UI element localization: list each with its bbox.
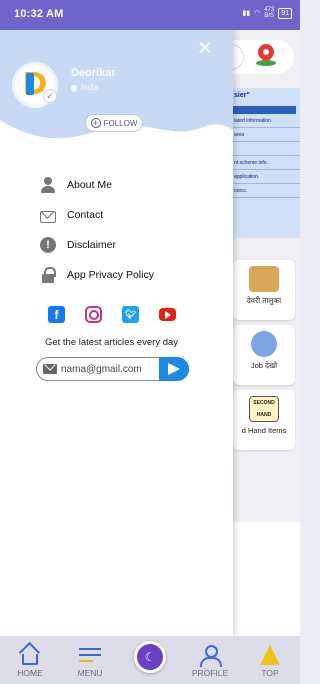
signal-icon: ▮▮: [242, 10, 251, 17]
bg-panel-line: nt scheme info.: [228, 156, 300, 170]
bg-card-devri: देवरी तालुका: [233, 260, 295, 320]
bg-card-second-hand: SECOND HAND d Hand Items: [233, 390, 295, 450]
navigation-drawer: ✕ D ✓ Deorikar India + FOLLOW About Me C…: [0, 30, 233, 636]
bg-card-job: Job देखो: [233, 325, 295, 385]
close-drawer-button[interactable]: ✕: [196, 39, 214, 59]
avatar[interactable]: D ✓: [12, 62, 58, 108]
building-icon: [249, 266, 279, 292]
nav-home[interactable]: HOME: [0, 636, 60, 684]
nav-top[interactable]: TOP: [240, 636, 300, 684]
bg-blank-area: [233, 522, 300, 640]
lock-icon: [40, 267, 56, 283]
bottom-nav: HOME MENU ☾ PROFILE TOP: [0, 636, 300, 684]
bg-panel-line: [228, 142, 300, 156]
status-time: 10:32 AM: [14, 8, 64, 20]
bg-panel-line: onics.: [228, 184, 300, 198]
user-name: Deorikar: [71, 67, 116, 79]
email-subscribe-form: [36, 357, 189, 381]
nav-center[interactable]: ☾: [120, 636, 180, 684]
send-button[interactable]: [159, 357, 189, 381]
bg-panel-line: area: [228, 128, 300, 142]
envelope-icon: [43, 364, 57, 374]
nav-menu[interactable]: MENU: [60, 636, 120, 684]
follow-button[interactable]: + FOLLOW: [85, 114, 143, 132]
profile-icon: [199, 645, 222, 667]
job-icon: [251, 331, 277, 357]
menu-icon: [79, 645, 101, 665]
facebook-icon[interactable]: f: [48, 306, 65, 323]
newsletter-text: Get the latest articles every day: [44, 337, 179, 348]
menu-item-contact[interactable]: Contact: [40, 205, 103, 225]
moon-icon: ☾: [134, 641, 166, 673]
twitter-icon[interactable]: 🐦︎: [122, 306, 139, 323]
arrow-up-icon: [260, 645, 280, 665]
bg-panel-title: sier": [234, 92, 250, 99]
home-icon: [22, 654, 38, 665]
menu-item-about-me[interactable]: About Me: [40, 175, 112, 195]
network-speed: 473 B/S: [264, 7, 275, 19]
bg-panel-line: application.: [228, 170, 300, 184]
verified-icon: ✓: [43, 89, 57, 103]
email-input[interactable]: [61, 363, 161, 375]
user-location: India: [69, 83, 98, 92]
bg-info-panel: sier" lated information. area nt scheme …: [228, 88, 300, 238]
nav-profile[interactable]: PROFILE: [180, 636, 240, 684]
person-icon: [40, 177, 56, 193]
menu-item-privacy-policy[interactable]: App Privacy Policy: [40, 265, 154, 285]
status-icons: ▮▮ ◠ 473 B/S 91: [242, 7, 292, 19]
social-links: f 🐦︎: [48, 306, 176, 323]
mail-icon: [40, 211, 56, 223]
status-bar: 10:32 AM ▮▮ ◠ 473 B/S 91: [0, 0, 300, 30]
instagram-icon[interactable]: [85, 306, 102, 323]
info-icon: !: [40, 237, 56, 253]
wifi-icon: ◠: [254, 10, 261, 17]
menu-item-disclaimer[interactable]: ! Disclaimer: [40, 235, 116, 255]
battery-icon: 91: [278, 7, 292, 19]
youtube-icon[interactable]: [159, 308, 176, 321]
second-hand-sign-icon: SECOND HAND: [249, 396, 279, 422]
location-pin-icon: [69, 83, 79, 92]
bg-panel-line: lated information.: [228, 114, 300, 128]
map-base-icon: [256, 60, 276, 66]
plus-icon: +: [90, 118, 101, 128]
